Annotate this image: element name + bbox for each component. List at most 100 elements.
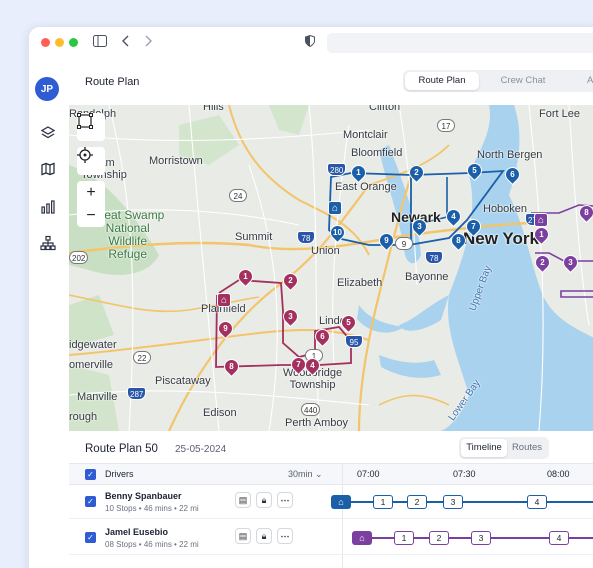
bar-chart-icon[interactable] bbox=[40, 199, 56, 215]
tab-routes[interactable]: Routes bbox=[507, 439, 547, 457]
map-label-hoboken: Hoboken bbox=[483, 203, 528, 215]
driver-checkbox[interactable]: ✓ bbox=[85, 532, 96, 543]
highway-shield: 9 bbox=[395, 237, 413, 250]
forward-chevron-icon[interactable] bbox=[143, 33, 153, 51]
timeline-depot-icon[interactable]: ⌂ bbox=[352, 531, 372, 545]
avatar[interactable]: JP bbox=[35, 77, 59, 101]
hierarchy-icon[interactable] bbox=[40, 235, 56, 251]
route-stop-number: 7 bbox=[296, 360, 301, 369]
sidebar-toggle-icon[interactable] bbox=[93, 33, 107, 51]
calendar-icon[interactable]: ▤ bbox=[235, 528, 251, 544]
title-bar bbox=[29, 27, 593, 59]
timeline-stop[interactable]: 3 bbox=[443, 495, 463, 509]
route-stop-number: 4 bbox=[451, 212, 456, 221]
tab-timeline[interactable]: Timeline bbox=[461, 439, 507, 457]
more-options-icon[interactable]: ⋯ bbox=[277, 528, 293, 544]
zoom-out-button[interactable]: − bbox=[77, 204, 105, 227]
page-title: Route Plan bbox=[85, 76, 140, 88]
depot-pin-icon[interactable]: ⌂ bbox=[328, 201, 342, 215]
crosshair-icon bbox=[77, 147, 93, 163]
timeline-stop[interactable]: 3 bbox=[471, 531, 491, 545]
interval-value: 30min bbox=[288, 469, 313, 479]
timeline-stop[interactable]: 4 bbox=[527, 495, 547, 509]
calendar-icon[interactable]: ▤ bbox=[235, 492, 251, 508]
drivers-column-header: Drivers bbox=[105, 469, 134, 479]
route-stop-number: 2 bbox=[414, 168, 419, 177]
tab-activity[interactable]: Activity bbox=[567, 72, 593, 90]
driver-name: Jamel Eusebio bbox=[105, 527, 169, 537]
timeline-header: ✓ Drivers 30min ⌄ 07:00 07:30 08:00 bbox=[69, 463, 593, 485]
zoom-window-button[interactable] bbox=[69, 38, 78, 47]
route-stop-number: 8 bbox=[229, 362, 234, 371]
page-header: Route Plan Route Plan Crew Chat Activity bbox=[69, 59, 593, 105]
highway-shield: 24 bbox=[229, 189, 247, 202]
route-stop-number: 6 bbox=[320, 332, 325, 341]
route-stop-number: 2 bbox=[288, 276, 293, 285]
depot-pin-icon[interactable]: ⌂ bbox=[217, 293, 231, 307]
highway-shield: 280 bbox=[327, 163, 347, 176]
map-label-perth-amboy: Perth Amboy bbox=[285, 417, 348, 429]
driver-row[interactable]: ✓ Jamel Eusebio 08 Stops • 46 mins • 22 mi… bbox=[69, 521, 593, 555]
timeline-stop[interactable]: 2 bbox=[429, 531, 449, 545]
timeline-depot-icon[interactable]: ⌂ bbox=[331, 495, 351, 509]
timeline-stop[interactable]: 2 bbox=[407, 495, 427, 509]
map-label-bloomfield: Bloomfield bbox=[351, 147, 403, 159]
depot-pin-icon[interactable]: ⌂ bbox=[534, 213, 548, 227]
driver-row[interactable]: ✓ Benny Spanbauer 10 Stops • 46 mins • 22 … bbox=[69, 485, 593, 519]
lock-icon[interactable]: 🔒︎ bbox=[256, 492, 272, 508]
highway-shield: 17 bbox=[437, 119, 455, 132]
route-stop-number: 2 bbox=[540, 258, 545, 267]
time-label: 08:00 bbox=[547, 469, 570, 479]
route-stop-number: 1 bbox=[356, 168, 361, 177]
select-area-button[interactable] bbox=[77, 113, 105, 141]
layers-icon[interactable] bbox=[40, 125, 56, 141]
map-icon[interactable] bbox=[40, 161, 56, 177]
sidebar: JP bbox=[29, 59, 69, 568]
route-stop-number: 1 bbox=[243, 272, 248, 281]
view-toggle: Timeline Routes bbox=[459, 437, 549, 459]
map-label-bayonne: Bayonne bbox=[405, 271, 449, 283]
route-stop-number: 3 bbox=[417, 222, 422, 231]
select-all-checkbox[interactable]: ✓ bbox=[85, 469, 96, 480]
route-map[interactable]: Randolph Hills Clifton Fort Lee Montclai… bbox=[69, 105, 593, 431]
map-label-summit: Summit bbox=[235, 231, 273, 243]
close-window-button[interactable] bbox=[41, 38, 50, 47]
map-label-rough: rough bbox=[69, 411, 98, 423]
route-stop-number: 5 bbox=[472, 166, 477, 175]
plan-title: Route Plan 50 bbox=[85, 443, 158, 455]
driver-meta: 10 Stops • 46 mins • 22 mi bbox=[105, 504, 199, 513]
timeline-stop[interactable]: 4 bbox=[549, 531, 569, 545]
highway-shield: 78 bbox=[297, 231, 315, 244]
map-label-elizabeth: Elizabeth bbox=[337, 277, 383, 289]
driver-checkbox[interactable]: ✓ bbox=[85, 496, 96, 507]
app-window: JP Route Plan Route Plan Crew Chat Activ… bbox=[28, 26, 593, 568]
lock-icon[interactable]: 🔒︎ bbox=[256, 528, 272, 544]
driver-row[interactable]: ✓Jane Cooper▤🔒︎⋯⌂ bbox=[69, 557, 593, 568]
route-stop-number: 5 bbox=[346, 318, 351, 327]
time-label: 07:30 bbox=[453, 469, 476, 479]
timeline-stop[interactable]: 1 bbox=[394, 531, 414, 545]
tab-route-plan[interactable]: Route Plan bbox=[405, 72, 479, 90]
minimize-window-button[interactable] bbox=[55, 38, 64, 47]
map-label-idgewater: idgewater bbox=[69, 339, 117, 351]
timeline-stop[interactable]: 1 bbox=[373, 495, 393, 509]
interval-select[interactable]: 30min ⌄ bbox=[288, 469, 323, 480]
highway-shield: 95 bbox=[345, 335, 363, 348]
more-options-icon[interactable]: ⋯ bbox=[277, 492, 293, 508]
zoom-in-button[interactable]: + bbox=[77, 181, 105, 204]
back-chevron-icon[interactable] bbox=[121, 33, 131, 51]
plan-panel: Route Plan 50 25-05-2024 Timeline Routes… bbox=[69, 431, 593, 568]
map-label-hills: Hills bbox=[203, 105, 224, 113]
tab-crew-chat[interactable]: Crew Chat bbox=[483, 72, 563, 90]
map-label-fort-lee: Fort Lee bbox=[539, 108, 580, 120]
highway-shield: 78 bbox=[425, 251, 443, 264]
address-bar[interactable] bbox=[327, 33, 593, 53]
route-stop-number: 8 bbox=[456, 236, 461, 245]
zoom-control: + − bbox=[77, 181, 105, 227]
map-label-manville: Manville bbox=[77, 391, 118, 403]
route-stop-number: 7 bbox=[471, 222, 476, 231]
locate-button[interactable] bbox=[77, 147, 105, 175]
map-label-north-bergen: North Bergen bbox=[477, 149, 543, 161]
map-label-montclair: Montclair bbox=[343, 129, 388, 141]
map-label-east-orange: East Orange bbox=[335, 181, 397, 193]
